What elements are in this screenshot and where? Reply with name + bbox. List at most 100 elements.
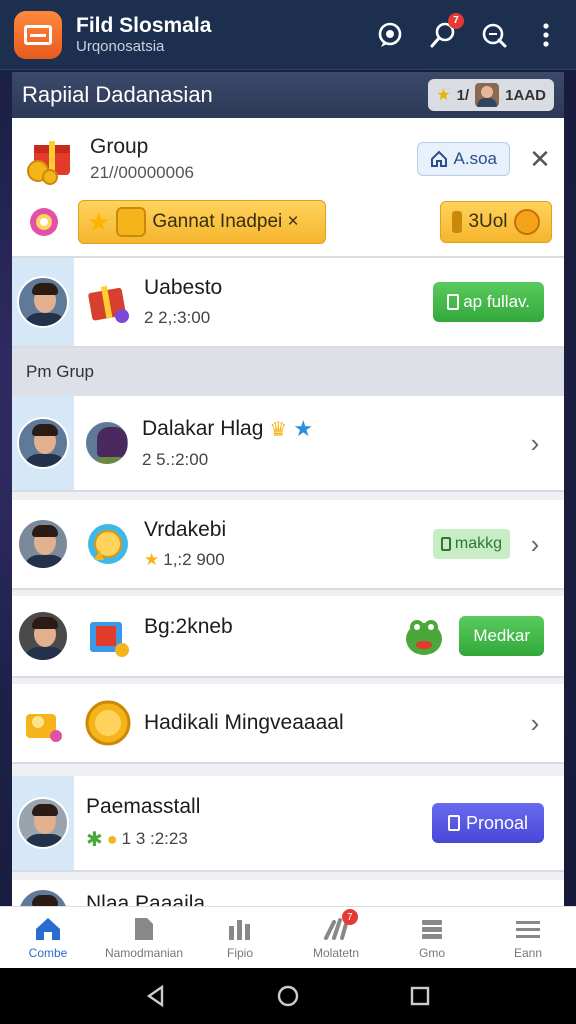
list-item[interactable]: Dalakar Hlag ♛ ★ 2 5.:2:00 › <box>12 396 564 492</box>
coin-icon <box>84 520 132 568</box>
clipboard-icon <box>447 815 460 831</box>
group-section-label: Pm Grup <box>12 348 564 396</box>
pronoal-label: Pronoal <box>465 812 528 833</box>
star-icon: ★ <box>144 550 160 569</box>
chip-right-text: 1AAD <box>505 86 546 104</box>
notification-badge: 7 <box>341 909 358 925</box>
row-subtitle: 2 5.:2:00 <box>142 450 209 469</box>
star-icon: ★ <box>436 87 451 104</box>
chevron-right-icon[interactable]: › <box>520 708 550 739</box>
stack-icon <box>422 919 442 939</box>
row-subtitle-wrap: ✱ ● 1 3 :2:23 <box>86 827 432 852</box>
avatar <box>475 83 500 107</box>
row-title: Paemasstall <box>86 794 201 818</box>
clipboard-icon <box>447 294 460 310</box>
frog-mascot-icon <box>401 613 447 659</box>
play-button[interactable]: ap fullav. <box>433 282 544 322</box>
more-options-icon[interactable] <box>530 19 562 51</box>
row-title-wrap: Dalakar Hlag ♛ ★ <box>142 416 520 442</box>
list-item[interactable]: Nlaa Paaaila <box>12 880 564 906</box>
appbar-actions: 7 <box>374 12 562 51</box>
cube-box-icon <box>84 612 132 660</box>
chart-icon <box>229 919 250 940</box>
document-icon <box>135 917 153 940</box>
section-title: Rapiial Dadanasian <box>22 82 213 107</box>
reward-pill[interactable]: ★ Gannat Inadpei × <box>78 200 326 244</box>
home-icon <box>36 917 60 940</box>
settings-gear-icon[interactable] <box>24 202 64 242</box>
row-title: Nlaa Paaaila <box>86 892 206 906</box>
row-title: Uabesto <box>144 276 223 299</box>
nav-item-stack[interactable]: Gmo <box>384 907 480 968</box>
system-navigation-bar <box>0 968 576 1024</box>
crown-icon: ♛ <box>269 418 288 441</box>
back-icon[interactable] <box>144 984 168 1008</box>
recents-icon[interactable] <box>408 984 432 1008</box>
avatar <box>17 276 69 328</box>
list-item[interactable]: Vrdakebi ★ 1,:2 900 makkg › <box>12 500 564 590</box>
row-title: Dalakar Hlag <box>142 417 264 440</box>
list-item[interactable]: Paemasstall ✱ ● 1 3 :2:23 Pronoal <box>12 776 564 872</box>
medkar-label: Medkar <box>473 626 530 645</box>
bottom-navigation: Combe Namodmanian Fipio 7 Molatetn Gmo E… <box>0 906 576 968</box>
coins-pill[interactable]: 3Uol <box>440 201 552 243</box>
pronoal-button[interactable]: Pronoal <box>431 803 544 843</box>
row-title: Vrdakebi <box>144 518 227 541</box>
coin-icon <box>84 699 132 747</box>
chevron-right-icon[interactable]: › <box>520 529 550 560</box>
list-item[interactable]: Uabesto 2 2,:3:00 ap fullav. <box>12 258 564 348</box>
avatar <box>17 610 69 662</box>
row-title: Hadikali Mingveaaaal <box>144 711 344 734</box>
bottle-icon <box>452 211 463 233</box>
gift-box-icon <box>24 131 80 187</box>
app-titles: Fild Slosmala Urqonosatsia <box>76 14 374 56</box>
home-icon <box>430 150 447 167</box>
play-button-label: ap fullav. <box>463 292 530 311</box>
app-title: Fild Slosmala <box>76 13 212 37</box>
avatar <box>17 888 69 906</box>
home-circle-icon[interactable] <box>276 984 300 1008</box>
clipboard-icon <box>440 537 451 551</box>
app-bar: Fild Slosmala Urqonosatsia 7 <box>0 0 576 70</box>
browse-search-icon[interactable] <box>478 19 510 51</box>
nav-item-tools[interactable]: 7 Molatetn <box>288 907 384 968</box>
avatar <box>84 420 130 466</box>
chip-text: 1/ <box>456 86 470 104</box>
section-header: Rapiial Dadanasian ★ 1/ 1AAD <box>12 72 564 118</box>
coins-label: 3Uol <box>468 211 508 232</box>
search-icon[interactable]: 7 <box>426 12 464 51</box>
group-home-button[interactable]: A.soa <box>416 142 510 176</box>
group-card: Group 21//00000006 A.soa ✕ ★ Gannat Inad… <box>12 118 564 258</box>
nav-label: Combe <box>28 945 68 960</box>
gift-box-icon <box>84 278 132 326</box>
nav-item-home[interactable]: Combe <box>0 907 96 968</box>
star-icon: ★ <box>87 206 111 237</box>
avatar <box>17 518 69 570</box>
row-subtitle: 1,:2 900 <box>163 550 225 569</box>
ranking-button[interactable]: makkg <box>432 529 510 559</box>
app-subtitle: Urqonosatsia <box>76 37 165 55</box>
group-subtitle: 21//00000006 <box>90 163 194 182</box>
app-logo-icon[interactable] <box>14 10 62 59</box>
star-icon: ★ <box>293 416 314 441</box>
group-title: Group <box>90 135 149 158</box>
profile-chip[interactable]: ★ 1/ 1AAD <box>428 79 554 111</box>
nav-label: Fipio <box>226 945 253 960</box>
treasure-icon <box>12 684 74 762</box>
clover-icon: ✱ <box>86 828 103 851</box>
chevron-right-icon[interactable]: › <box>520 428 550 459</box>
row-title: Bg:2kneb <box>144 615 233 638</box>
nav-item-documents[interactable]: Namodmanian <box>96 907 192 968</box>
group-home-label: A.soa <box>453 149 497 168</box>
list-item[interactable]: Bg:2kneb Medkar <box>12 596 564 678</box>
reward-label: Gannat Inadpei × <box>152 211 299 232</box>
medkar-button[interactable]: Medkar <box>459 616 544 656</box>
nav-item-menu[interactable]: Eann <box>480 907 576 968</box>
row-subtitle-wrap: ★ 1,:2 900 <box>144 550 433 570</box>
nav-item-charts[interactable]: Fipio <box>192 907 288 968</box>
list-item[interactable]: Hadikali Mingveaaaal › <box>12 684 564 764</box>
close-icon[interactable]: ✕ <box>528 144 552 175</box>
chat-icon[interactable] <box>374 19 406 51</box>
row-subtitle: 1 3 :2:23 <box>121 829 188 848</box>
coin-stack-icon: ● <box>106 828 118 849</box>
